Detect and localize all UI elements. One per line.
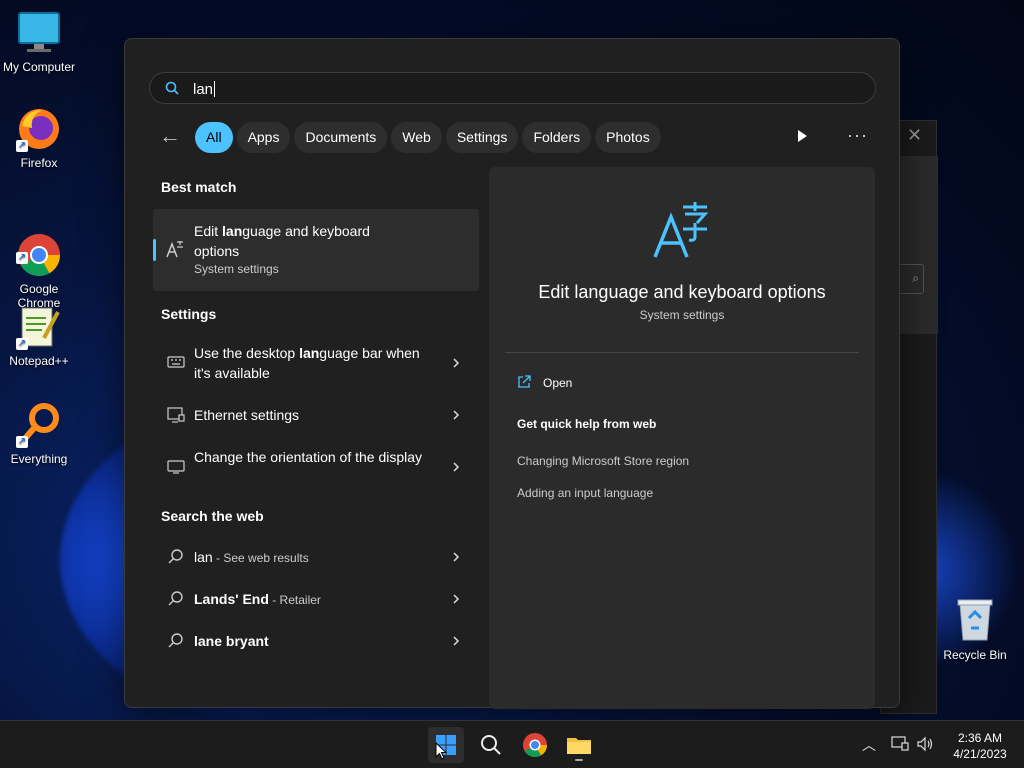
back-arrow-icon[interactable]: ← xyxy=(159,124,185,150)
more-options-icon[interactable]: ··· xyxy=(847,125,868,146)
search-icon xyxy=(168,549,183,564)
shortcut-arrow-icon: ↗ xyxy=(16,252,28,264)
web-result-lands-end[interactable]: Lands' End - Retailer xyxy=(153,579,479,619)
best-match-subtitle: System settings xyxy=(194,262,279,276)
web-result-lane-bryant[interactable]: lane bryant xyxy=(153,621,479,661)
network-icon[interactable] xyxy=(891,736,909,752)
ethernet-icon xyxy=(167,407,185,423)
chevron-right-icon xyxy=(453,462,460,472)
detail-title: Edit language and keyboard options xyxy=(538,282,826,302)
filter-settings[interactable]: Settings xyxy=(445,121,519,153)
search-query: lan xyxy=(193,81,216,98)
taskbar-file-explorer-button[interactable] xyxy=(561,727,597,763)
recycle-bin-label: Recycle Bin xyxy=(943,648,1007,662)
settings-result-label: Ethernet settings xyxy=(194,407,300,423)
search-icon xyxy=(481,735,501,755)
shortcut-arrow-icon: ↗ xyxy=(16,436,28,448)
settings-result-language-bar[interactable]: Use the desktop language bar when it's a… xyxy=(153,341,479,381)
quick-help-heading: Get quick help from web xyxy=(517,417,657,431)
help-link-input-language[interactable]: Adding an input language xyxy=(517,486,653,500)
show-hidden-icons-chevron[interactable]: ︿ xyxy=(862,735,876,755)
language-icon xyxy=(165,239,185,259)
open-label: Open xyxy=(543,376,573,390)
taskbar: ︿ 2:36 AM 4/21/2023 xyxy=(0,720,1024,768)
play-icon[interactable] xyxy=(795,128,809,144)
desktop-icon-my-computer[interactable]: My Computer xyxy=(0,10,78,74)
search-icon xyxy=(168,591,183,606)
desktop-icon-everything[interactable]: ↗ Everything xyxy=(0,402,78,466)
search-icon xyxy=(168,633,183,648)
settings-result-orientation[interactable]: Change the orientation of the display xyxy=(153,445,479,485)
folder-icon xyxy=(567,738,591,761)
settings-result-label: Change the orientation of the display xyxy=(194,449,423,465)
desktop-icon-recycle-bin[interactable]: Recycle Bin xyxy=(940,596,1010,662)
close-icon[interactable]: ✕ xyxy=(907,125,922,146)
taskbar-chrome-button[interactable] xyxy=(517,727,553,763)
desktop-icon-firefox[interactable]: ↗ Firefox xyxy=(0,106,78,170)
desktop-icon-label: My Computer xyxy=(2,60,76,74)
desktop-icon-label: Firefox xyxy=(20,156,58,170)
search-icon xyxy=(165,81,179,95)
chrome-icon: ↗ xyxy=(16,218,62,277)
filter-all[interactable]: All xyxy=(195,121,233,153)
search-input[interactable]: lan xyxy=(149,72,876,104)
desktop-icon-notepadpp[interactable]: ↗ Notepad++ xyxy=(0,304,78,368)
filter-folders[interactable]: Folders xyxy=(522,121,592,153)
chevron-right-icon xyxy=(453,594,460,604)
divider xyxy=(505,352,859,353)
settings-heading: Settings xyxy=(161,306,217,322)
open-external-icon xyxy=(518,375,531,388)
keyboard-icon xyxy=(167,356,185,368)
language-icon xyxy=(653,202,709,258)
settings-result-label: Use the desktop language bar when it's a… xyxy=(194,345,420,381)
monitor-icon xyxy=(16,10,62,56)
recycle-bin-icon xyxy=(955,596,995,642)
shortcut-arrow-icon: ↗ xyxy=(16,140,28,152)
filter-web[interactable]: Web xyxy=(391,121,442,153)
filter-photos[interactable]: Photos xyxy=(595,121,661,153)
web-result-label: lan - See web results xyxy=(194,549,309,565)
notepadpp-icon: ↗ xyxy=(16,304,62,350)
chevron-right-icon xyxy=(453,410,460,420)
best-match-heading: Best match xyxy=(161,179,237,195)
best-match-result[interactable]: Edit language and keyboard options Syste… xyxy=(153,209,479,291)
chrome-icon xyxy=(523,733,547,758)
firefox-icon: ↗ xyxy=(16,106,62,152)
filter-documents[interactable]: Documents xyxy=(294,121,388,153)
open-action[interactable]: Open xyxy=(517,375,572,390)
volume-icon[interactable] xyxy=(916,736,934,752)
best-match-title: Edit language and keyboard options xyxy=(194,223,370,259)
clock[interactable]: 2:36 AM 4/21/2023 xyxy=(940,730,1020,762)
chevron-right-icon xyxy=(453,636,460,646)
desktop-icon-label: Everything xyxy=(10,452,68,466)
desktop-icon-label: Notepad++ xyxy=(9,354,69,368)
web-result-lan[interactable]: lan - See web results xyxy=(153,537,479,577)
search-panel: lan ← All Apps Documents Web Settings Fo… xyxy=(124,38,900,709)
filter-bar: ← All Apps Documents Web Settings Folder… xyxy=(159,121,665,153)
chevron-right-icon xyxy=(453,358,460,368)
detail-pane: Edit language and keyboard options Syste… xyxy=(489,167,875,709)
help-link-store-region[interactable]: Changing Microsoft Store region xyxy=(517,454,689,468)
web-result-label: Lands' End - Retailer xyxy=(194,591,321,607)
everything-icon: ↗ xyxy=(16,402,62,448)
display-icon xyxy=(167,460,185,474)
filter-apps[interactable]: Apps xyxy=(236,121,291,153)
web-result-label: lane bryant xyxy=(194,633,269,649)
clock-time: 2:36 AM xyxy=(957,731,1003,745)
search-web-heading: Search the web xyxy=(161,508,264,524)
shortcut-arrow-icon: ↗ xyxy=(16,338,28,350)
taskbar-search-button[interactable] xyxy=(473,727,509,763)
mouse-cursor-icon xyxy=(435,742,447,760)
selection-indicator xyxy=(153,239,156,261)
clock-date: 4/21/2023 xyxy=(953,747,1007,761)
settings-result-ethernet[interactable]: Ethernet settings xyxy=(153,395,479,435)
chevron-right-icon xyxy=(453,552,460,562)
detail-subtitle: System settings xyxy=(639,308,725,322)
